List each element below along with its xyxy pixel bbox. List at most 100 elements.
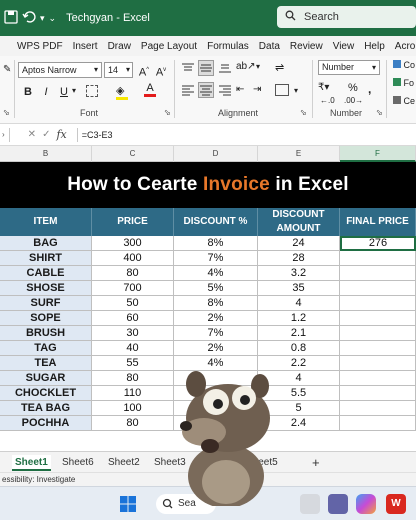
cell-item[interactable]: SHOSE	[0, 281, 92, 296]
cell-final-price[interactable]	[340, 266, 416, 281]
wrap-text-icon[interactable]: ⇌	[275, 61, 284, 74]
increase-decimal-icon[interactable]: ←.0	[320, 96, 335, 105]
cell-discount-amount[interactable]: 2.1	[258, 326, 340, 341]
format-painter-icon[interactable]: ✎	[3, 64, 11, 75]
search-box[interactable]: Search	[277, 6, 416, 28]
cell-price[interactable]: 80	[92, 416, 174, 431]
number-format-select[interactable]: Number ▾	[318, 60, 380, 75]
format-as-table-button[interactable]: Fo	[393, 78, 414, 88]
name-box-dropdown-icon[interactable]: ›	[2, 130, 5, 139]
font-color-icon[interactable]: A	[144, 82, 156, 97]
sheet-tab-sheet1[interactable]: Sheet1	[12, 455, 51, 471]
menu-wps-pdf[interactable]: WPS PDF	[12, 41, 68, 52]
cell-final-price[interactable]	[340, 281, 416, 296]
bold-button[interactable]: B	[21, 85, 35, 99]
wps-office-icon[interactable]: W	[386, 494, 406, 514]
decrease-font-icon[interactable]: Av	[154, 63, 168, 79]
save-icon[interactable]	[4, 9, 18, 27]
accounting-format-icon[interactable]: ₹▾	[318, 82, 329, 93]
align-center-icon[interactable]	[198, 82, 214, 98]
cell-price[interactable]: 110	[92, 386, 174, 401]
cell-final-price[interactable]	[340, 356, 416, 371]
cell-price[interactable]: 100	[92, 401, 174, 416]
decrease-decimal-icon[interactable]: .00→	[344, 96, 363, 105]
header-discount-amount[interactable]: DISCOUNT AMOUNT	[258, 208, 340, 236]
cell-item[interactable]: BRUSH	[0, 326, 92, 341]
cell-discount-percent[interactable]: 4%	[174, 266, 258, 281]
cell-item[interactable]: CHOCKLET	[0, 386, 92, 401]
cell-item[interactable]: BAG	[0, 236, 92, 251]
cell-price[interactable]: 80	[92, 266, 174, 281]
cell-discount-amount[interactable]: 0.8	[258, 341, 340, 356]
cell-discount-amount[interactable]: 4	[258, 296, 340, 311]
cell-discount-amount[interactable]: 35	[258, 281, 340, 296]
font-name-select[interactable]: Aptos Narrow ▾	[18, 62, 102, 78]
cell-final-price[interactable]	[340, 401, 416, 416]
middle-align-icon[interactable]	[198, 60, 214, 76]
store-icon[interactable]	[300, 494, 320, 514]
header-discount-percent[interactable]: DISCOUNT %	[174, 208, 258, 236]
menu-page-layout[interactable]: Page Layout	[136, 41, 202, 52]
column-header-b[interactable]: B	[0, 146, 92, 162]
cell-discount-amount[interactable]: 24	[258, 236, 340, 251]
header-item[interactable]: ITEM	[0, 208, 92, 236]
cell-discount-percent[interactable]: 5%	[174, 281, 258, 296]
accessibility-status[interactable]: essibility: Investigate	[2, 475, 75, 484]
font-launcher-icon[interactable]: ⬂	[164, 108, 171, 117]
orientation-icon[interactable]: ab↗	[236, 61, 256, 72]
align-right-icon[interactable]	[218, 84, 232, 99]
sheet-tab-sheet6[interactable]: Sheet6	[62, 455, 94, 471]
column-header-e[interactable]: E	[258, 146, 340, 162]
increase-indent-icon[interactable]: ⇥	[253, 84, 261, 95]
bottom-align-icon[interactable]	[218, 62, 232, 77]
clipboard-launcher-icon[interactable]: ⬂	[3, 108, 10, 117]
menu-insert[interactable]: Insert	[68, 41, 103, 52]
italic-button[interactable]: I	[39, 85, 53, 99]
orientation-dropdown-icon[interactable]: ▾	[256, 62, 260, 71]
menu-help[interactable]: Help	[359, 41, 390, 52]
cell-price[interactable]: 700	[92, 281, 174, 296]
cell-discount-amount[interactable]: 1.2	[258, 311, 340, 326]
cell-final-price[interactable]	[340, 251, 416, 266]
cell-price[interactable]: 55	[92, 356, 174, 371]
cell-final-price[interactable]	[340, 296, 416, 311]
cell-styles-button[interactable]: Ce	[393, 96, 415, 106]
menu-view[interactable]: View	[328, 41, 360, 52]
cell-discount-percent[interactable]: 7%	[174, 326, 258, 341]
cell-final-price[interactable]	[340, 311, 416, 326]
number-launcher-icon[interactable]: ⬂	[376, 108, 383, 117]
cell-price[interactable]: 40	[92, 341, 174, 356]
teams-icon[interactable]	[328, 494, 348, 514]
cell-final-price[interactable]	[340, 416, 416, 431]
cell-item[interactable]: CABLE	[0, 266, 92, 281]
borders-icon[interactable]	[86, 85, 98, 97]
cell-price[interactable]: 80	[92, 371, 174, 386]
header-final-price[interactable]: FINAL PRICE	[340, 208, 416, 236]
menu-review[interactable]: Review	[285, 41, 328, 52]
underline-button[interactable]: U	[57, 85, 71, 99]
add-sheet-button[interactable]: +	[312, 455, 320, 471]
cell-item[interactable]: SOPE	[0, 311, 92, 326]
cell-final-price[interactable]	[340, 326, 416, 341]
cell-final-price[interactable]	[340, 386, 416, 401]
cell-discount-percent[interactable]: 2%	[174, 311, 258, 326]
align-left-icon[interactable]	[181, 84, 195, 99]
alignment-launcher-icon[interactable]: ⬂	[300, 108, 307, 117]
decrease-indent-icon[interactable]: ⇤	[236, 84, 244, 95]
cell-item[interactable]: POCHHA	[0, 416, 92, 431]
fill-color-icon[interactable]: ◈	[116, 84, 128, 100]
customize-icon[interactable]: ⌄	[49, 13, 57, 24]
menu-data[interactable]: Data	[254, 41, 285, 52]
merge-center-icon[interactable]	[275, 84, 289, 96]
cell-item[interactable]: SURF	[0, 296, 92, 311]
cell-item[interactable]: SHIRT	[0, 251, 92, 266]
copilot-icon[interactable]	[356, 494, 376, 514]
cell-final-price[interactable]	[340, 371, 416, 386]
cell-discount-percent[interactable]: 8%	[174, 296, 258, 311]
cell-item[interactable]: SUGAR	[0, 371, 92, 386]
enter-icon[interactable]: ✓	[42, 129, 50, 140]
conditional-formatting-button[interactable]: Co	[393, 60, 415, 70]
cell-item[interactable]: TEA	[0, 356, 92, 371]
cancel-icon[interactable]: ✕	[28, 129, 36, 140]
cell-discount-amount[interactable]: 28	[258, 251, 340, 266]
